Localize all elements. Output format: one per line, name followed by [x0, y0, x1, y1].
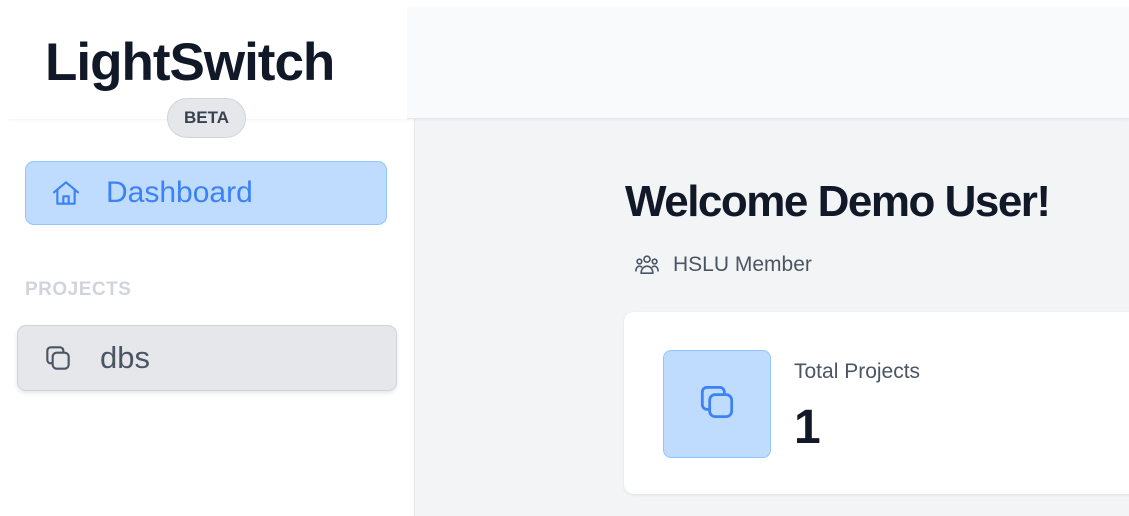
sidebar-item-project-dbs[interactable]: dbs: [17, 325, 397, 391]
users-icon: [633, 251, 661, 279]
sidebar-item-dashboard[interactable]: Dashboard: [25, 161, 387, 225]
app-logo[interactable]: LightSwitch: [45, 31, 335, 95]
projects-heading: PROJECTS: [25, 279, 132, 300]
user-role-label: HSLU Member: [673, 253, 812, 276]
sidebar-item-label: dbs: [100, 340, 150, 375]
copy-icon: [42, 342, 74, 374]
app-frame: LightSwitch BETA Dashboard PROJECTS dbs …: [7, 7, 1129, 516]
sidebar: Dashboard PROJECTS dbs: [7, 119, 415, 516]
sidebar-item-label: Dashboard: [106, 176, 253, 209]
home-icon: [50, 177, 82, 209]
copy-icon: [695, 380, 739, 429]
user-role: HSLU Member: [633, 251, 812, 279]
page-title: Welcome Demo User!: [625, 177, 1051, 226]
stat-icon-box: [663, 350, 771, 458]
stat-value: 1: [794, 401, 821, 454]
stat-title: Total Projects: [794, 360, 921, 383]
stat-card-total-projects: Total Projects 1: [624, 312, 1129, 494]
beta-badge: BETA: [167, 98, 246, 138]
